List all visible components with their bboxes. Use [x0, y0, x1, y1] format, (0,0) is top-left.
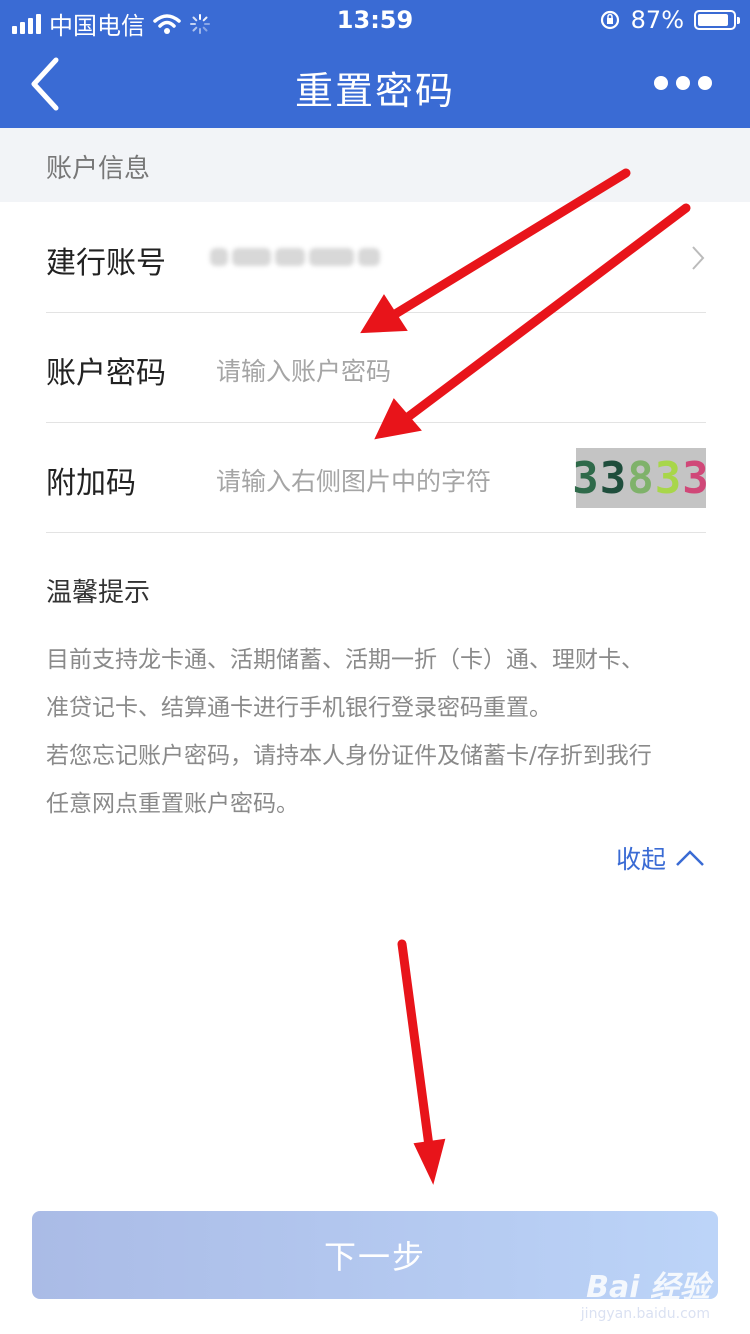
reset-password-screen: 中国电信 13:59 87% 重置密码 账户信息 建行账号 账户密码 请输入账户… — [0, 0, 750, 1334]
tips-line: 任意网点重置账户密码。 — [46, 791, 299, 817]
captcha-image[interactable]: 33833 — [572, 448, 709, 508]
account-password-label: 账户密码 — [46, 356, 166, 391]
collapse-tips-button[interactable]: 收起 — [616, 840, 706, 876]
account-password-input[interactable]: 请输入账户密码 — [216, 352, 391, 388]
tips-line: 目前支持龙卡通、活期储蓄、活期一折（卡）通、理财卡、 — [46, 647, 644, 673]
more-dots-icon[interactable] — [654, 76, 712, 90]
page-title: 重置密码 — [294, 69, 455, 113]
captcha-char: 8 — [627, 452, 655, 504]
account-number-row[interactable]: 建行账号 — [46, 202, 706, 313]
captcha-char: 3 — [599, 452, 628, 504]
section-header-account-info: 账户信息 — [0, 128, 750, 202]
section-header-label: 账户信息 — [46, 154, 151, 184]
annotation-arrow-next — [397, 939, 434, 1151]
chevron-up-icon — [676, 850, 704, 866]
status-bar-right: 87% — [599, 6, 740, 34]
tips-line: 准贷记卡、结算通卡进行手机银行登录密码重置。 — [46, 695, 552, 721]
annotation-arrowhead-next — [413, 1138, 446, 1185]
battery-level — [698, 14, 728, 26]
status-bar: 中国电信 13:59 87% — [0, 0, 750, 40]
tips-line: 若您忘记账户密码，请持本人身份证件及储蓄卡/存折到我行 — [46, 743, 652, 769]
battery-percent: 87% — [630, 6, 684, 34]
chevron-right-icon — [692, 246, 705, 270]
captcha-label: 附加码 — [46, 466, 136, 501]
captcha-char: 3 — [572, 452, 600, 504]
collapse-label: 收起 — [615, 845, 666, 874]
rotation-lock-icon — [600, 10, 619, 30]
battery-icon — [694, 10, 740, 30]
tips-title: 温馨提示 — [46, 578, 151, 608]
account-password-row: 账户密码 请输入账户密码 — [46, 312, 706, 423]
watermark-logo: Bai 经验 — [586, 1270, 710, 1305]
captcha-char: 3 — [654, 452, 683, 504]
account-number-value-blurred — [210, 244, 380, 270]
tips-body: 目前支持龙卡通、活期储蓄、活期一折（卡）通、理财卡、 准贷记卡、结算通卡进行手机… — [46, 636, 710, 828]
captcha-row: 附加码 请输入右侧图片中的字符 33833 — [46, 422, 709, 533]
captcha-input[interactable]: 请输入右侧图片中的字符 — [216, 462, 491, 498]
account-number-label: 建行账号 — [46, 246, 166, 281]
watermark-url: jingyan.baidu.com — [580, 1306, 710, 1322]
baidu-jingyan-watermark: Bai 经验 jingyan.baidu.com — [581, 1262, 710, 1322]
captcha-char: 3 — [682, 452, 710, 504]
nav-bar: 重置密码 — [0, 40, 750, 128]
